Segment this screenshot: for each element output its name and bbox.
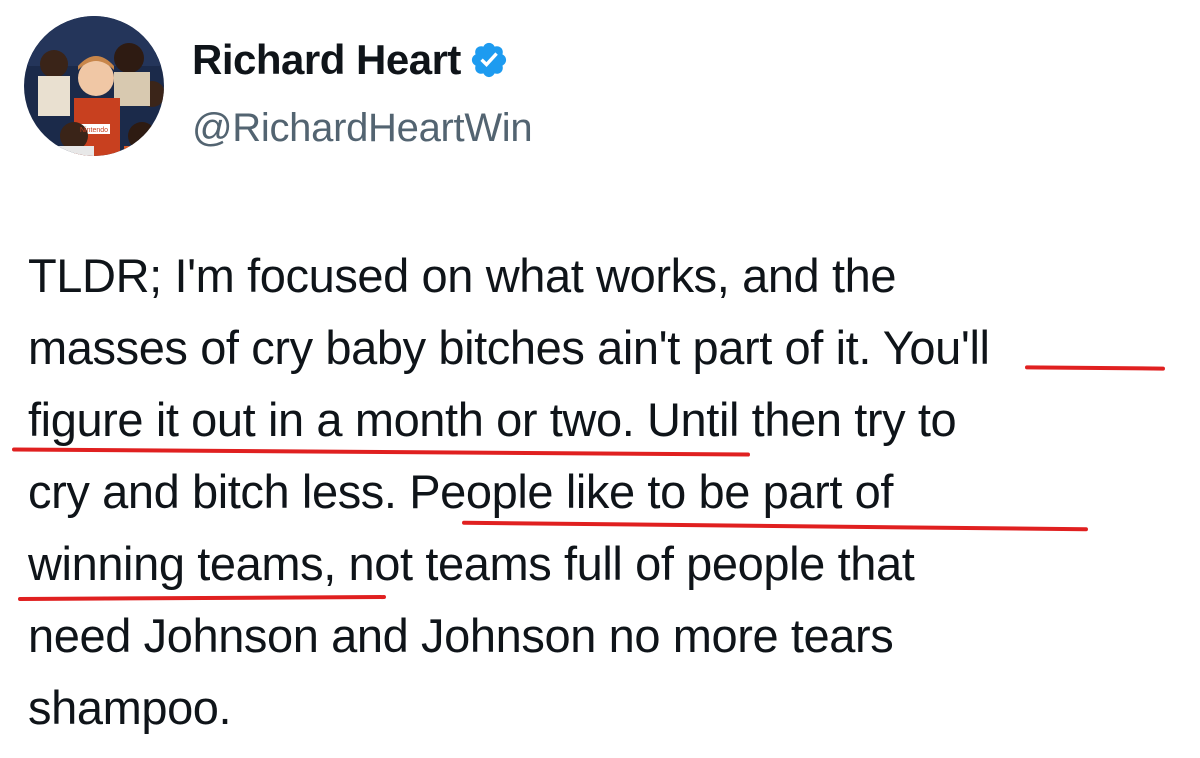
tweet-line: need Johnson and Johnson no more tears [28,609,894,662]
tweet-card: Nintendo Richard Heart @RichardHeartWin … [0,0,1200,758]
avatar[interactable]: Nintendo [24,16,164,156]
display-name[interactable]: Richard Heart [192,36,461,84]
tweet-text: TLDR; I'm focused on what works, and the… [28,240,1178,744]
tweet-line: masses of cry baby bitches ain't part of… [28,321,990,374]
tweet-line: winning teams, not teams full of people … [28,537,915,590]
user-handle[interactable]: @RichardHeartWin [192,106,533,151]
avatar-shirt-text: Nintendo [80,127,108,134]
avatar-photo: Nintendo [24,16,164,156]
name-row: Richard Heart [192,36,509,84]
tweet-line: shampoo. [28,681,232,734]
verified-badge-icon [469,40,509,80]
tweet-line: TLDR; I'm focused on what works, and the [28,249,897,302]
tweet-line: cry and bitch less. People like to be pa… [28,465,894,518]
tweet-line: figure it out in a month or two. Until t… [28,393,957,446]
